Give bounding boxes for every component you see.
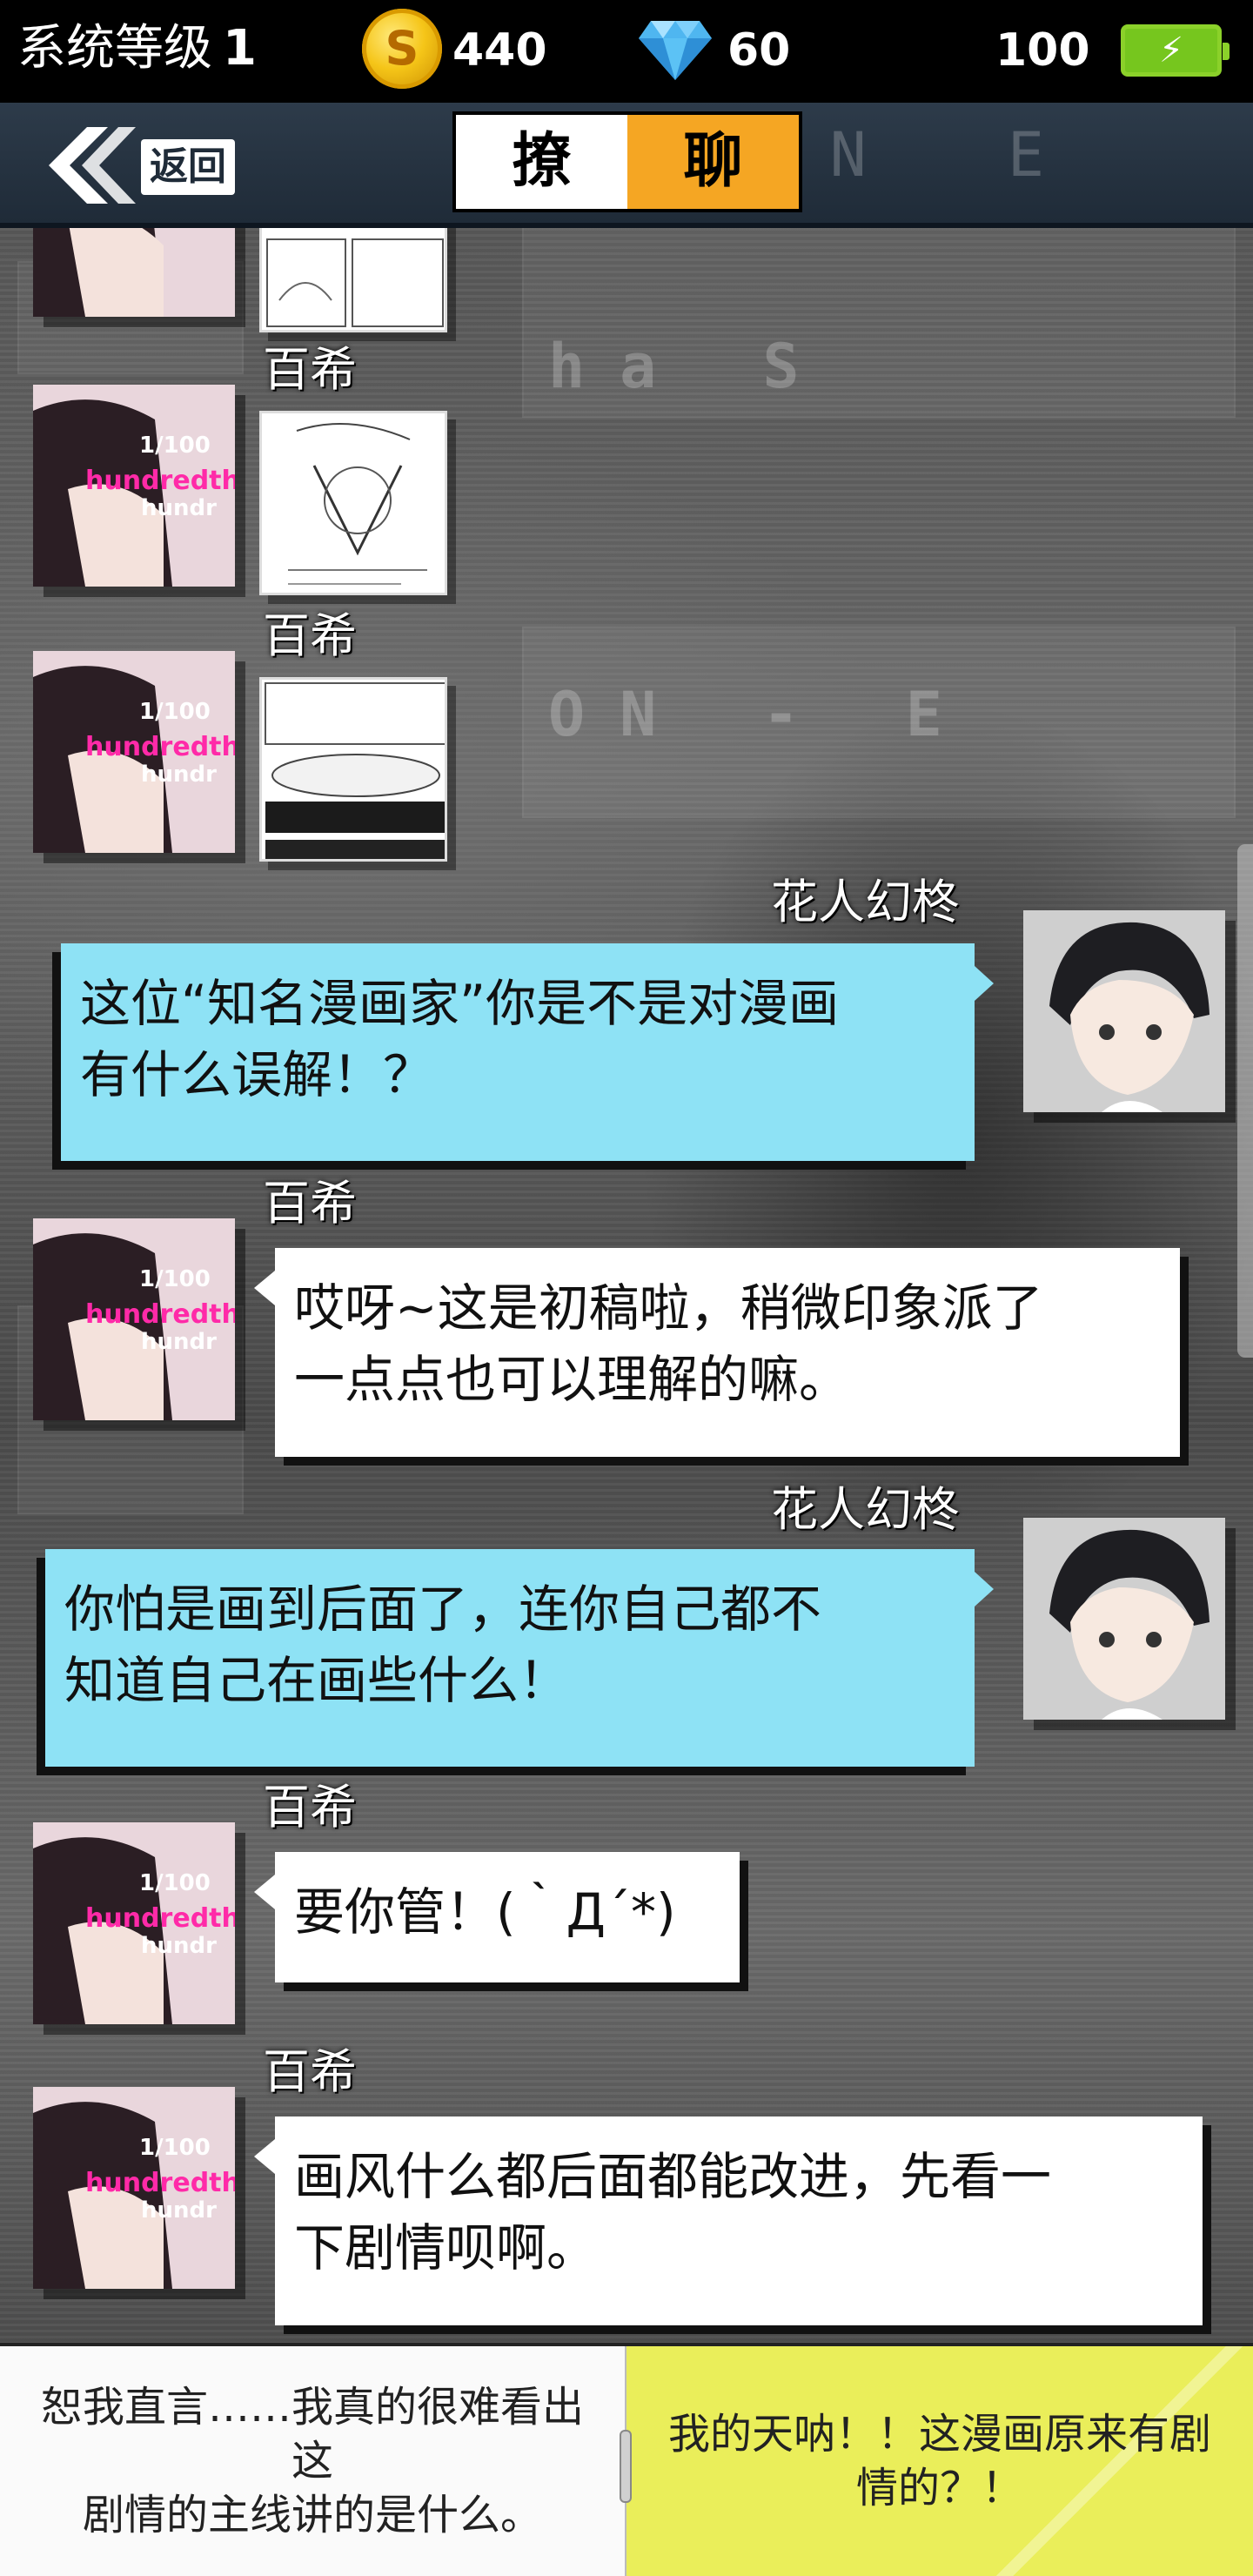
diamond-icon (639, 21, 712, 80)
double-chevron-left-icon (49, 127, 136, 204)
message-line: 知道自己在画些什么！ (64, 1651, 570, 1710)
back-label: 返回 (141, 139, 235, 195)
title-right: 聊 (627, 115, 799, 209)
svg-text:1/100: 1/100 (139, 1870, 211, 1896)
manga-thumbnail[interactable] (259, 411, 447, 595)
battery-level: 100 (995, 24, 1090, 77)
chat-bubble: 你怕是画到后面了，连你自己都不 知道自己在画些什么！ (45, 1549, 994, 1767)
reply-option-text: 我的天呐！！这漫画原来有剧 (667, 2410, 1211, 2459)
svg-text:hundr: hundr (141, 1329, 217, 1355)
coin-count: 440 (452, 24, 547, 77)
reply-option-1[interactable]: 恕我直言……我真的很难看出这 剧情的主线讲的是什么。 (0, 2346, 626, 2576)
svg-text:hundredth: hundredth (85, 2168, 235, 2198)
svg-text:hundredth: hundredth (85, 1903, 235, 1934)
svg-text:1/100: 1/100 (139, 2135, 211, 2161)
chat-scrollbar[interactable] (1237, 844, 1253, 1358)
reply-option-text: 剧情的主线讲的是什么。 (82, 2491, 542, 2539)
gem-count: 60 (727, 24, 791, 77)
sender-name: 百希 (263, 342, 357, 397)
coin-icon: S (362, 9, 442, 89)
manga-thumbnail[interactable] (259, 677, 447, 862)
svg-text:hundr: hundr (141, 2197, 217, 2224)
message-line: 哎呀~这是初稿啦，稍微印象派了 (294, 1278, 1043, 1338)
chat-list[interactable]: 百希 1/100 hundredth hundr 百希 1/100 hundre… (0, 228, 1253, 2343)
battery-charging-icon: ⚡ (1121, 24, 1230, 77)
avatar-baixi[interactable]: 1/100 hundredth hundr (33, 1218, 235, 1420)
back-button[interactable]: 返回 (38, 122, 247, 209)
avatar-huarenhuandong[interactable] (1023, 910, 1225, 1112)
message-line: 一点点也可以理解的嘛。 (294, 1350, 850, 1409)
reply-option-text: 情的？！ (855, 2464, 1023, 2512)
title-left: 撩 (512, 127, 572, 196)
avatar-baixi[interactable]: 1/100 hundredth hundr (33, 1822, 235, 2024)
system-level-value: 1 (223, 20, 257, 77)
page-title: 撩 聊 (452, 111, 802, 212)
svg-text:1/100: 1/100 (139, 1266, 211, 1292)
chat-bubble: 哎呀~这是初稿啦，稍微印象派了 一点点也可以理解的嘛。 (254, 1248, 1180, 1457)
avatar-baixi[interactable]: 1/100 hundredth hundr (33, 651, 235, 853)
chat-bubble: 画风什么都后面都能改进，先看一 下剧情呗啊。 (254, 2116, 1203, 2325)
chat-bubble: 这位“知名漫画家”你是不是对漫画 有什么误解！？ (61, 943, 994, 1161)
avatar-huarenhuandong[interactable] (1023, 1518, 1225, 1720)
svg-text:hundredth: hundredth (85, 732, 235, 762)
status-bar: 系统等级 1 S 440 60 100 ⚡ (0, 0, 1253, 103)
message-line: 这位“知名漫画家”你是不是对漫画 (80, 974, 840, 1033)
svg-text:hundredth: hundredth (85, 466, 235, 496)
avatar-baixi[interactable]: 1/100 hundredth hundr (33, 2087, 235, 2289)
svg-text:hundr: hundr (141, 761, 217, 788)
message-line: 要你管！(｀Д´*) (294, 1882, 676, 1942)
message-line: 有什么误解！？ (80, 1045, 434, 1104)
sender-name: 百希 (263, 1780, 357, 1835)
header-bar: O N E 返回 撩 聊 (0, 103, 1253, 228)
svg-text:hundredth: hundredth (85, 1299, 235, 1330)
message-line: 画风什么都后面都能改进，先看一 (294, 2147, 1052, 2206)
svg-text:1/100: 1/100 (139, 699, 211, 725)
sender-name: 百希 (263, 608, 357, 663)
avatar-baixi[interactable]: 1/100 hundredth hundr (33, 385, 235, 587)
chat-bubble: 要你管！(｀Д´*) (254, 1852, 740, 1982)
reply-choices: 恕我直言……我真的很难看出这 剧情的主线讲的是什么。 我的天呐！！这漫画原来有剧… (0, 2343, 1253, 2576)
sender-name: 百希 (263, 2044, 357, 2099)
message-line: 你怕是画到后面了，连你自己都不 (64, 1580, 822, 1639)
reply-option-2[interactable]: 我的天呐！！这漫画原来有剧 情的？！ (626, 2346, 1253, 2576)
system-level: 系统等级 1 (17, 16, 257, 82)
reply-option-text: 恕我直言……我真的很难看出这 (40, 2383, 584, 2485)
svg-text:hundr: hundr (141, 495, 217, 521)
avatar-baixi[interactable] (33, 228, 235, 317)
system-level-label: 系统等级 (17, 20, 212, 77)
sender-name: 百希 (263, 1176, 357, 1231)
choice-scrollbar[interactable] (620, 2430, 632, 2503)
sender-name: 花人幻柊 (771, 875, 959, 929)
sender-name: 花人幻柊 (771, 1482, 959, 1537)
manga-thumbnail[interactable] (259, 228, 447, 332)
svg-text:hundr: hundr (141, 1933, 217, 1959)
message-line: 下剧情呗啊。 (294, 2218, 598, 2277)
svg-text:1/100: 1/100 (139, 433, 211, 459)
